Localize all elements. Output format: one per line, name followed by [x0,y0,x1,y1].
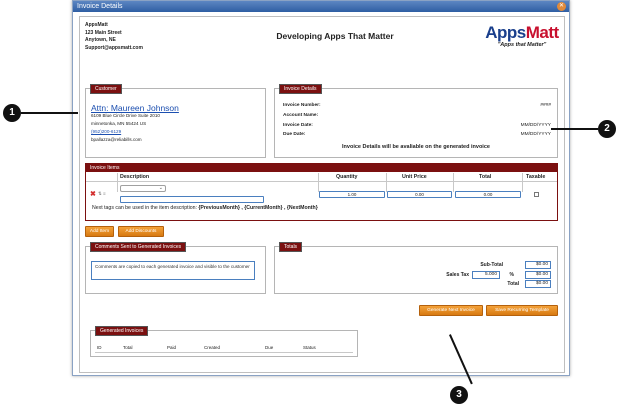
gi-col-paid: Paid [167,345,177,350]
company-logo: AppsMatt "Apps that Matter" [484,24,560,56]
subtotal-label: Sub-Total [480,262,503,268]
account-name-label: Account Name: [283,113,319,118]
delete-row-icon[interactable]: ✖ [90,190,96,198]
col-description: Description [120,174,150,180]
invoice-items-panel: Invoice Items Description Quantity Unit … [85,163,558,221]
gi-col-created: Created [204,345,221,350]
invoice-date-row: Invoice Date: MM/DD/YYYY [283,123,551,128]
tags-hint: Next tags can be used in the item descri… [92,205,318,211]
add-item-button[interactable]: Add Item [85,226,114,237]
invoice-details-panel: Invoice Details Invoice Number: #### Acc… [274,84,558,158]
company-name: AppsMatt [85,22,108,28]
callout-3: 3 [450,386,468,404]
gi-col-status: Status [303,345,316,350]
invoice-document: AppsMatt 123 Main Street Anytown, NE Sup… [79,16,565,373]
invoice-number-value: #### [540,103,551,108]
invoice-number-row: Invoice Number: #### [283,103,551,108]
account-name-row: Account Name: [283,113,551,118]
gi-col-due: Due [265,345,274,350]
item-total-input[interactable]: 0.00 [455,191,521,198]
generate-next-invoice-button[interactable]: Generate Next Invoice [419,305,483,316]
invoice-date-value: MM/DD/YYYY [520,123,551,128]
comments-textarea[interactable]: Comments are copied to each generated in… [91,261,255,280]
due-date-row: Due Date: MM/DD/YYYY [283,132,551,137]
sales-tax-value: $0.00 [525,271,551,279]
company-address2: Anytown, NE [85,37,116,43]
tags-hint-prefix: Next tags can be used in the item descri… [92,205,199,211]
item-quantity-input[interactable]: 1.00 [319,191,385,198]
due-date-value: MM/DD/YYYY [520,132,551,137]
customer-attn-link[interactable]: Attn: Maureen Johnson [91,103,179,113]
invoice-details-window: Invoice Details ✕ AppsMatt 123 Main Stre… [72,0,570,376]
sales-tax-percent: % [509,272,514,278]
due-date-label: Due Date: [283,132,306,137]
chevron-down-icon: ⌄ [158,185,163,191]
invoice-items-header: Invoice Items [86,164,557,172]
save-recurring-template-button[interactable]: Save Recurring Template [486,305,558,316]
col-taxable: Taxable [526,174,546,180]
item-description-input[interactable] [120,196,264,203]
callout-2: 2 [598,120,616,138]
logo-apps: Apps [485,23,526,42]
window-title: Invoice Details [77,3,123,10]
generated-invoices-panel: Generated Invoices ID Total Paid Created… [90,326,358,357]
total-value: $0.00 [525,280,551,288]
col-unit-price: Unit Price [402,174,427,180]
customer-legend: Customer [90,84,122,94]
comments-legend: Comments Sent to Generated Invoices [90,242,187,252]
add-discounts-button[interactable]: Add Discounts [118,226,164,237]
generated-invoices-legend: Generated Invoices [95,326,149,336]
company-info: AppsMatt 123 Main Street Anytown, NE Sup… [85,22,143,52]
item-unit-price-input[interactable]: 0.00 [387,191,452,198]
customer-phone[interactable]: (952)200-6129 [91,129,121,134]
close-icon[interactable]: ✕ [557,2,566,11]
callout-2-line [551,128,598,130]
invoice-details-note: Invoice Details will be avaliable on the… [342,144,490,150]
invoice-number-label: Invoice Number: [283,103,321,108]
company-tagline: Developing Apps That Matter [276,31,394,41]
comments-panel: Comments Sent to Generated Invoices Comm… [85,242,266,294]
gi-col-total: Total [123,345,133,350]
callout-1-line [21,112,78,114]
callout-1: 1 [3,104,21,122]
tags-list: {PreviousMonth} , {CurrentMonth} , {Next… [198,205,318,211]
sales-tax-rate-input[interactable]: 5.000 [472,271,500,279]
move-arrows-icon[interactable]: ⇅ ≡ [98,191,106,197]
totals-legend: Totals [279,242,303,252]
col-quantity: Quantity [336,174,358,180]
gi-col-id: ID [97,345,102,350]
total-label: Total [507,281,519,287]
col-total: Total [479,174,492,180]
invoice-details-legend: Invoice Details [279,84,322,94]
totals-panel: Totals Sub-Total $0.00 Sales Tax 5.000 %… [274,242,558,294]
sales-tax-label: Sales Tax [446,272,469,278]
subtotal-value: $0.00 [525,261,551,269]
customer-city: minnetonka, MN 55424 US [91,121,147,126]
company-address1: 123 Main Street [85,29,122,36]
item-taxable-checkbox[interactable] [534,192,539,197]
company-email: Support@appsmatt.com [85,44,143,51]
customer-street: 6109 Blue Circle Drive Suite 2010 [91,113,160,118]
logo-matt: Matt [525,23,559,42]
item-select[interactable]: ⌄ [120,185,166,192]
invoice-date-label: Invoice Date: [283,123,313,128]
customer-email: bpallazza@reliabills.com [91,137,142,142]
customer-panel: Customer Attn: Maureen Johnson 6109 Blue… [85,84,266,158]
logo-tagline: "Apps that Matter" [497,42,547,48]
window-titlebar: Invoice Details ✕ [73,1,569,12]
